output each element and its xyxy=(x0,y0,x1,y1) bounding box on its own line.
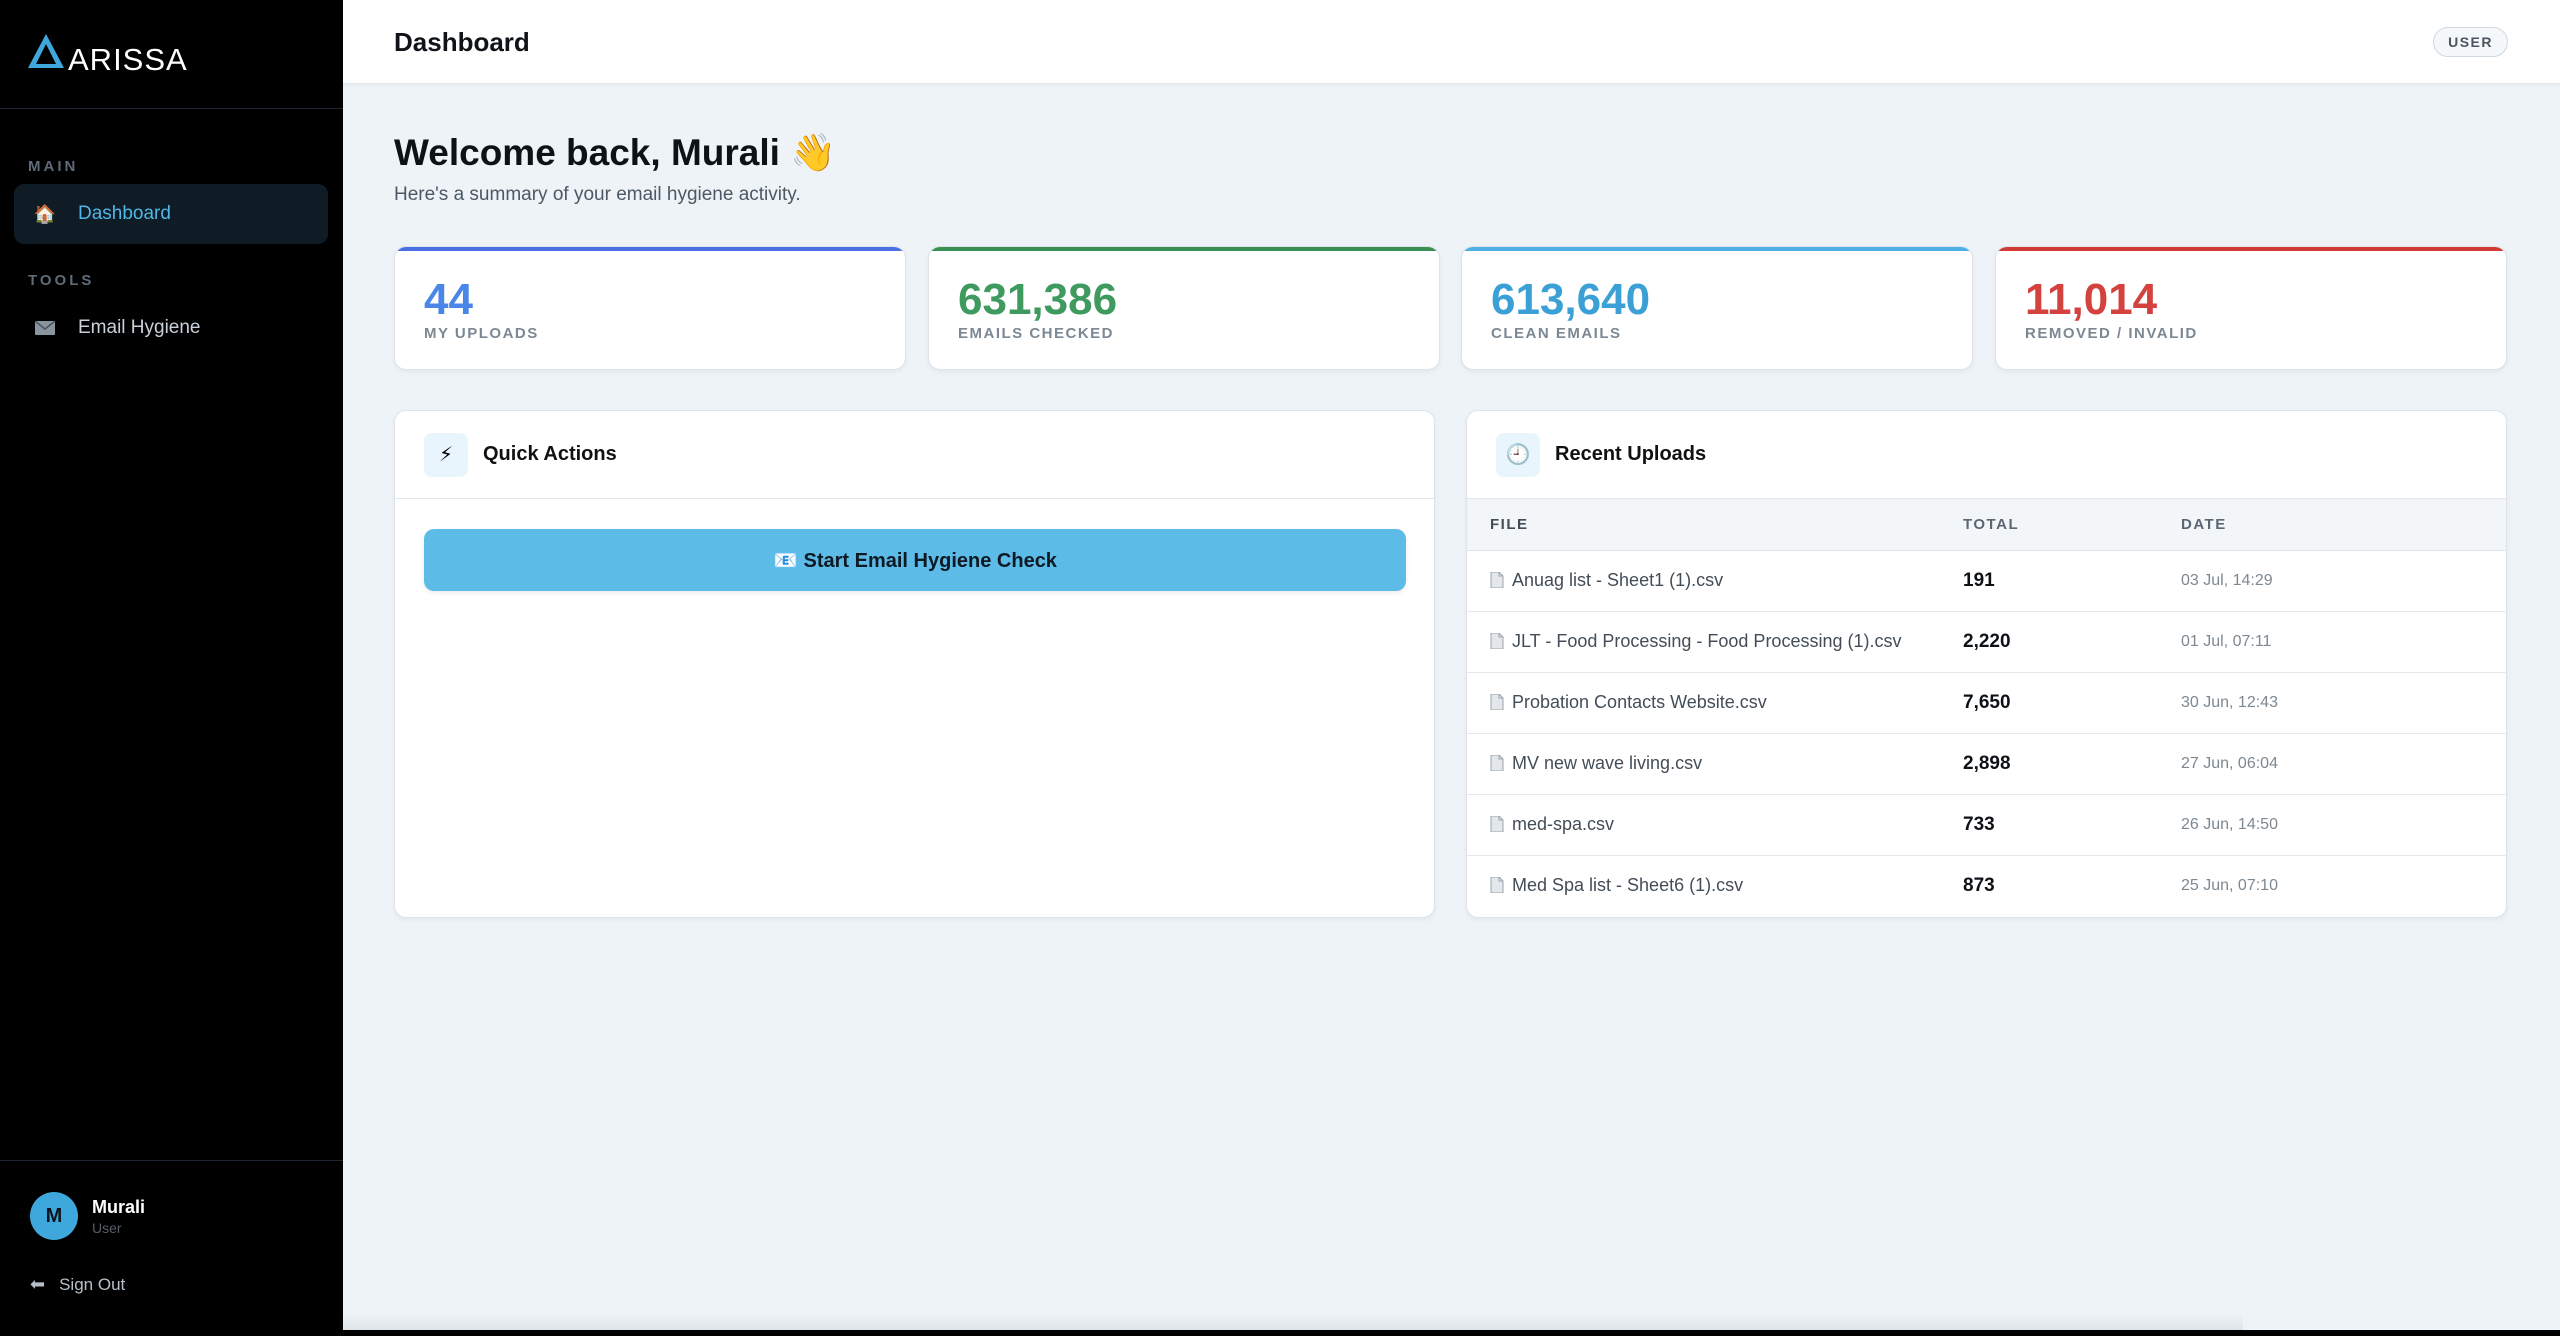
stat-accent-bar xyxy=(929,247,1439,251)
sign-out-button[interactable]: ⬅ Sign Out xyxy=(30,1274,125,1295)
date-cell: 30 Jun, 12:43 xyxy=(2181,672,2506,734)
quick-actions-panel: ⚡ Quick Actions 📧 Start Email Hygiene Ch… xyxy=(394,410,1435,918)
welcome-heading: Welcome back, Murali 👋 xyxy=(394,132,836,175)
stat-accent-bar xyxy=(395,247,905,251)
stat-accent-bar xyxy=(1462,247,1972,251)
total-cell: 2,898 xyxy=(1963,733,2181,795)
file-name: Probation Contacts Website.csv xyxy=(1512,692,1767,712)
stat-card-removed: 11,014 REMOVED / INVALID xyxy=(1995,246,2507,370)
bottom-edge-shadow xyxy=(343,1312,2243,1330)
date-cell: 01 Jul, 07:11 xyxy=(2181,611,2506,673)
file-icon xyxy=(1490,632,1504,650)
stat-card-emails-checked: 631,386 EMAILS CHECKED xyxy=(928,246,1440,370)
sidebar: ARISSA MAIN 🏠 Dashboard TOOLS Email Hygi… xyxy=(0,0,343,1336)
file-cell: med-spa.csv xyxy=(1467,794,1963,856)
sidebar-item-label: Email Hygiene xyxy=(78,317,201,338)
top-bar: Dashboard USER xyxy=(343,0,2560,84)
sidebar-item-label: Dashboard xyxy=(78,203,171,224)
file-name: med-spa.csv xyxy=(1512,814,1615,834)
file-icon xyxy=(1490,571,1504,589)
file-cell: Probation Contacts Website.csv xyxy=(1467,672,1963,734)
table-row[interactable]: med-spa.csv 733 26 Jun, 14:50 xyxy=(1467,794,2506,856)
total-cell: 2,220 xyxy=(1963,611,2181,673)
section-label-main: MAIN xyxy=(28,158,79,175)
table-header-row: FILE TOTAL DATE xyxy=(1467,499,2506,551)
column-header-date[interactable]: DATE xyxy=(2181,499,2506,551)
column-header-total[interactable]: TOTAL xyxy=(1963,499,2181,551)
envelope-icon xyxy=(34,317,56,339)
panel-title: Recent Uploads xyxy=(1555,443,1707,465)
page-title: Dashboard xyxy=(394,27,530,57)
total-cell: 873 xyxy=(1963,874,1995,896)
table-row[interactable]: MV new wave living.csv 2,898 27 Jun, 06:… xyxy=(1467,733,2506,795)
brand-logo[interactable]: ARISSA xyxy=(28,30,187,77)
logo-text: ARISSA xyxy=(68,42,188,77)
panel-header: ⚡ Quick Actions xyxy=(395,411,1434,499)
stat-label: EMAILS CHECKED xyxy=(958,325,1115,342)
panel-header: 🕘 Recent Uploads xyxy=(1467,411,2506,499)
file-cell: Med Spa list - Sheet6 (1).csv xyxy=(1467,855,1963,916)
table-row[interactable]: Probation Contacts Website.csv 7,650 30 … xyxy=(1467,672,2506,734)
sign-out-label: Sign Out xyxy=(59,1274,126,1294)
start-email-hygiene-button[interactable]: 📧 Start Email Hygiene Check xyxy=(424,529,1406,591)
table-row[interactable]: Med Spa list - Sheet6 (1).csv 873 25 Jun… xyxy=(1467,855,2506,916)
house-icon: 🏠 xyxy=(33,203,57,224)
stat-label: REMOVED / INVALID xyxy=(2025,325,2198,342)
sidebar-item-dashboard[interactable]: 🏠 Dashboard xyxy=(14,184,328,244)
sign-out-arrow-icon: ⬅ xyxy=(30,1274,46,1294)
file-icon xyxy=(1490,754,1504,772)
waving-hand-icon: 👋 xyxy=(790,132,837,173)
date-cell: 26 Jun, 14:50 xyxy=(2181,794,2506,856)
file-icon xyxy=(1490,693,1504,711)
section-label-tools: TOOLS xyxy=(28,272,95,289)
stat-value: 613,640 xyxy=(1491,275,1651,324)
role-badge: USER xyxy=(2433,27,2508,57)
panel-title: Quick Actions xyxy=(483,443,617,465)
stat-card-uploads: 44 MY UPLOADS xyxy=(394,246,906,370)
sidebar-divider xyxy=(0,1160,343,1161)
stat-value: 44 xyxy=(424,275,473,324)
stat-label: CLEAN EMAILS xyxy=(1491,325,1622,342)
stat-value: 631,386 xyxy=(958,275,1118,324)
sidebar-divider xyxy=(0,108,343,109)
lightning-icon: ⚡ xyxy=(424,432,468,477)
date-cell: 03 Jul, 14:29 xyxy=(2181,550,2506,612)
file-icon xyxy=(1490,815,1504,833)
file-name: Anuag list - Sheet1 (1).csv xyxy=(1512,570,1724,590)
user-role: User xyxy=(92,1219,122,1236)
avatar: M xyxy=(30,1192,78,1240)
stat-accent-bar xyxy=(1996,247,2506,251)
date-cell: 27 Jun, 06:04 xyxy=(2181,733,2506,795)
stat-label: MY UPLOADS xyxy=(424,325,539,342)
stat-card-clean-emails: 613,640 CLEAN EMAILS xyxy=(1461,246,1973,370)
table-row[interactable]: Anuag list - Sheet1 (1).csv 191 03 Jul, … xyxy=(1467,550,2506,612)
table-row[interactable]: JLT - Food Processing - Food Processing … xyxy=(1467,611,2506,673)
file-icon xyxy=(1490,876,1504,894)
file-name: JLT - Food Processing - Food Processing … xyxy=(1512,631,1902,651)
file-cell: Anuag list - Sheet1 (1).csv xyxy=(1467,550,1963,612)
user-profile[interactable]: M Murali User xyxy=(30,1192,145,1240)
total-cell: 191 xyxy=(1963,550,2181,612)
file-name: Med Spa list - Sheet6 (1).csv xyxy=(1512,875,1744,896)
welcome-text: Welcome back, Murali xyxy=(394,132,780,173)
date-cell: 25 Jun, 07:10 xyxy=(2181,876,2278,894)
total-cell: 7,650 xyxy=(1963,672,2181,734)
file-cell: JLT - Food Processing - Food Processing … xyxy=(1467,611,1963,673)
column-header-file[interactable]: FILE xyxy=(1467,499,1963,551)
main-content: Dashboard USER Welcome back, Murali 👋 He… xyxy=(343,0,2560,1330)
clock-icon: 🕘 xyxy=(1496,432,1540,477)
welcome-subtitle: Here's a summary of your email hygiene a… xyxy=(394,184,801,205)
total-cell: 733 xyxy=(1963,794,2181,856)
recent-uploads-panel: 🕘 Recent Uploads FILE TOTAL DATE Anuag l… xyxy=(1466,410,2507,918)
file-cell: MV new wave living.csv xyxy=(1467,733,1963,795)
file-name: MV new wave living.csv xyxy=(1512,753,1703,773)
uploads-table: FILE TOTAL DATE Anuag list - Sheet1 (1).… xyxy=(1467,499,2506,916)
sidebar-item-email-hygiene[interactable]: Email Hygiene xyxy=(14,298,328,358)
user-name: Murali xyxy=(92,1196,146,1217)
stat-value: 11,014 xyxy=(2025,275,2158,324)
